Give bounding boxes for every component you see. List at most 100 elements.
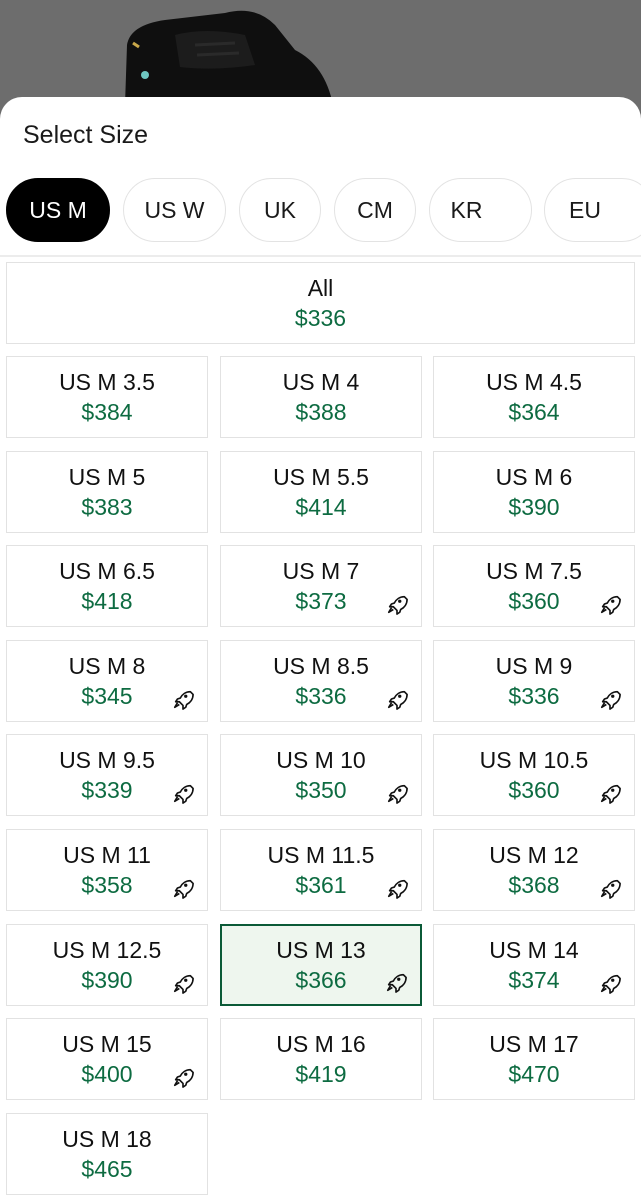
size-label: US M 3.5 [59, 369, 155, 395]
size-option[interactable]: US M 8 $345 [6, 640, 208, 722]
size-label: US M 11 [63, 842, 151, 868]
tab-us-w[interactable]: US W [123, 178, 226, 242]
size-label: US M 7.5 [486, 558, 582, 584]
rocket-icon [599, 972, 621, 994]
size-option[interactable]: US M 5 $383 [6, 451, 208, 533]
size-option[interactable]: US M 17 $470 [433, 1018, 635, 1100]
size-label: US M 11.5 [267, 842, 375, 868]
size-option[interactable]: US M 14 $374 [433, 924, 635, 1006]
size-option[interactable]: US M 3.5 $384 [6, 356, 208, 438]
size-label: US M 9 [495, 653, 573, 679]
size-price: $419 [295, 1061, 347, 1087]
size-price: $364 [508, 399, 560, 425]
size-price: $400 [81, 1061, 133, 1087]
size-option[interactable]: US M 13 $366 [220, 924, 422, 1006]
size-price: $345 [81, 683, 133, 709]
size-price: $388 [295, 399, 347, 425]
rocket-icon [172, 1066, 194, 1088]
rocket-icon [386, 877, 408, 899]
size-option[interactable]: US M 7.5 $360 [433, 545, 635, 627]
rocket-icon [172, 877, 194, 899]
size-price: $470 [508, 1061, 560, 1087]
size-option[interactable]: US M 7 $373 [220, 545, 422, 627]
tab-label: CM [357, 196, 393, 223]
size-label: US M 10 [276, 747, 366, 773]
tab-divider [0, 255, 641, 257]
product-image-backdrop [0, 0, 641, 110]
rocket-icon [172, 688, 194, 710]
size-price: $336 [295, 683, 347, 709]
size-option-all[interactable]: All $336 [6, 262, 635, 344]
size-option[interactable]: US M 16 $419 [220, 1018, 422, 1100]
rocket-icon [599, 688, 621, 710]
rocket-icon [386, 593, 408, 615]
sneaker-image [125, 10, 333, 105]
size-label: US M 10.5 [479, 747, 589, 773]
size-option[interactable]: US M 9.5 $339 [6, 734, 208, 816]
size-option[interactable]: US M 10.5 $360 [433, 734, 635, 816]
size-price: $374 [508, 967, 560, 993]
size-label: All [307, 275, 334, 301]
size-price: $360 [508, 777, 560, 803]
tab-eu[interactable]: EU [544, 178, 641, 242]
size-option[interactable]: US M 11.5 $361 [220, 829, 422, 911]
tab-cm[interactable]: CM [334, 178, 416, 242]
size-label: US M 6.5 [59, 558, 155, 584]
size-option[interactable]: US M 8.5 $336 [220, 640, 422, 722]
size-label: US M 5.5 [273, 464, 369, 490]
size-price: $361 [295, 872, 347, 898]
size-label: US M 13 [276, 937, 366, 963]
size-label: US M 8.5 [273, 653, 369, 679]
size-label: US M 4 [282, 369, 360, 395]
size-label: US M 5 [68, 464, 146, 490]
rocket-icon [599, 877, 621, 899]
rocket-icon [386, 688, 408, 710]
size-label: US M 6 [495, 464, 573, 490]
tab-label: EU [569, 196, 601, 223]
size-option[interactable]: US M 18 $465 [6, 1113, 208, 1195]
tab-kr[interactable]: KR [429, 178, 532, 242]
tab-label: US W [144, 196, 205, 223]
size-price: $366 [295, 967, 347, 993]
tab-uk[interactable]: UK [239, 178, 321, 242]
size-label: US M 8 [68, 653, 146, 679]
size-option[interactable]: US M 5.5 $414 [220, 451, 422, 533]
tab-label: US M [29, 196, 87, 223]
size-option[interactable]: US M 6.5 $418 [6, 545, 208, 627]
size-label: US M 4.5 [486, 369, 582, 395]
sheet-title: Select Size [23, 121, 149, 149]
size-label: US M 12.5 [52, 937, 162, 963]
rocket-icon [172, 972, 194, 994]
rocket-icon [599, 593, 621, 615]
size-price: $390 [508, 494, 560, 520]
size-system-tabs: US M US W UK CM KR EU [0, 178, 641, 242]
size-price: $384 [81, 399, 133, 425]
rocket-icon [172, 782, 194, 804]
size-label: US M 9.5 [59, 747, 155, 773]
size-option[interactable]: US M 10 $350 [220, 734, 422, 816]
size-price: $360 [508, 588, 560, 614]
size-price: $336 [294, 305, 347, 331]
size-price: $418 [81, 588, 133, 614]
size-option[interactable]: US M 12 $368 [433, 829, 635, 911]
size-label: US M 17 [489, 1031, 579, 1057]
size-price: $414 [295, 494, 347, 520]
size-price: $350 [295, 777, 347, 803]
size-price: $336 [508, 683, 560, 709]
size-option[interactable]: US M 15 $400 [6, 1018, 208, 1100]
size-price: $339 [81, 777, 133, 803]
size-option[interactable]: US M 9 $336 [433, 640, 635, 722]
size-price: $358 [81, 872, 133, 898]
size-price: $390 [81, 967, 133, 993]
tab-us-m[interactable]: US M [6, 178, 110, 242]
rocket-icon [599, 782, 621, 804]
size-option[interactable]: US M 11 $358 [6, 829, 208, 911]
size-label: US M 14 [489, 937, 579, 963]
size-option[interactable]: US M 4.5 $364 [433, 356, 635, 438]
rocket-icon [386, 782, 408, 804]
size-option[interactable]: US M 12.5 $390 [6, 924, 208, 1006]
tab-label: KR [450, 196, 483, 223]
size-price: $383 [81, 494, 133, 520]
size-option[interactable]: US M 4 $388 [220, 356, 422, 438]
size-option[interactable]: US M 6 $390 [433, 451, 635, 533]
